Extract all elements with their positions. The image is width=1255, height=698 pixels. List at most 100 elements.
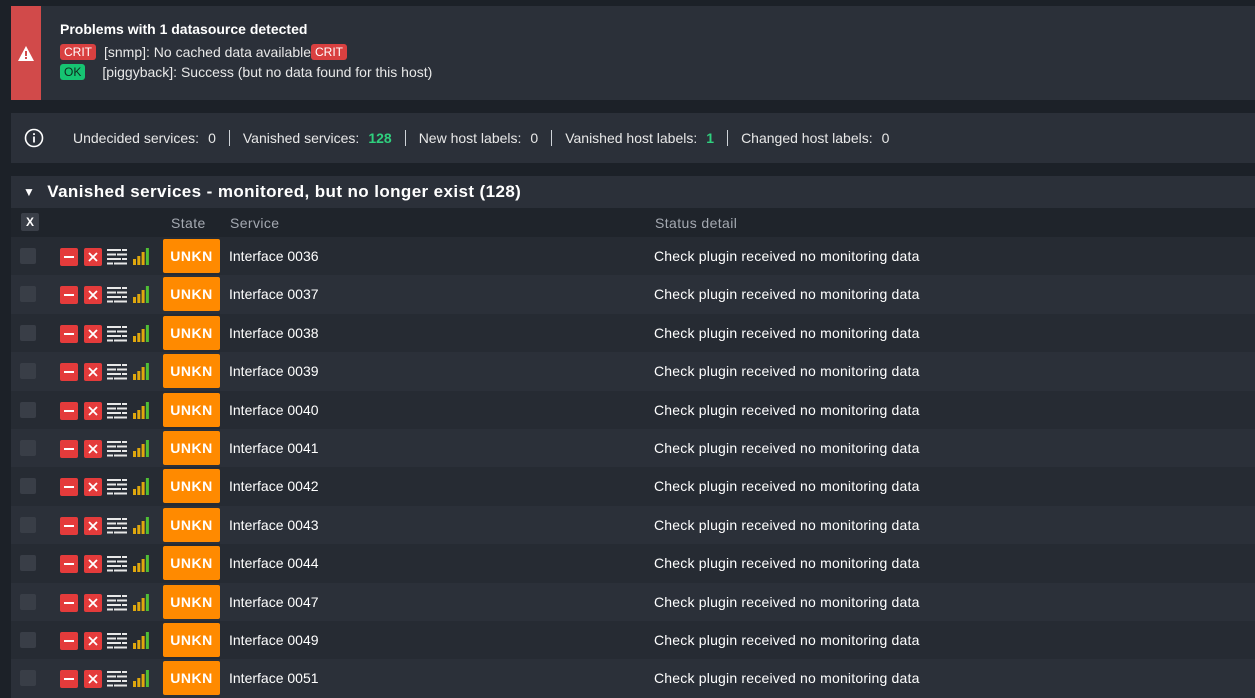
row-checkbox[interactable]: [20, 631, 36, 648]
remove-service-button[interactable]: [84, 286, 102, 305]
disable-service-button[interactable]: [60, 670, 78, 689]
column-header-status-detail[interactable]: Status detail: [655, 215, 737, 231]
perfometer-bars-icon[interactable]: [133, 248, 149, 265]
service-name[interactable]: Interface 0047: [229, 594, 319, 610]
service-name[interactable]: Interface 0042: [229, 478, 319, 494]
remove-service-button[interactable]: [84, 248, 102, 266]
status-detail: Check plugin received no monitoring data: [654, 670, 920, 687]
close-icon: [88, 405, 98, 416]
parameters-list-icon[interactable]: [107, 555, 127, 572]
disable-service-button[interactable]: [60, 478, 78, 497]
row-checkbox[interactable]: [20, 478, 36, 495]
row-checkbox[interactable]: [20, 324, 36, 341]
parameters-list-icon[interactable]: [107, 670, 127, 687]
state-badge: UNKN: [163, 546, 220, 581]
remove-service-button[interactable]: [84, 478, 102, 497]
disable-service-button[interactable]: [60, 401, 78, 420]
disable-service-button[interactable]: [60, 555, 78, 574]
column-header-state[interactable]: State: [171, 215, 206, 231]
remove-service-button[interactable]: [84, 631, 102, 650]
row-checkbox[interactable]: [20, 286, 36, 303]
disable-service-button[interactable]: [60, 593, 78, 612]
row-checkbox[interactable]: [20, 363, 36, 380]
state-badge: UNKN: [163, 277, 220, 312]
parameters-list-icon[interactable]: [107, 478, 127, 495]
service-name[interactable]: Interface 0038: [229, 325, 319, 341]
perfometer-bars-icon[interactable]: [133, 401, 149, 419]
minus-icon: [64, 371, 74, 374]
perfometer-bars-icon[interactable]: [133, 555, 149, 573]
summary-value: 128: [368, 130, 392, 146]
row-checkbox[interactable]: [20, 248, 36, 264]
summary-value: 0: [208, 130, 216, 146]
row-checkbox[interactable]: [20, 401, 36, 418]
collapse-triangle-icon[interactable]: ▼: [23, 185, 35, 199]
perfometer-bars-icon[interactable]: [133, 670, 149, 688]
remove-service-button[interactable]: [84, 670, 102, 689]
minus-icon: [64, 563, 74, 566]
service-name[interactable]: Interface 0044: [229, 555, 319, 571]
service-name[interactable]: Interface 0039: [229, 363, 319, 379]
parameters-list-icon[interactable]: [107, 517, 127, 534]
row-checkbox[interactable]: [20, 593, 36, 610]
perfometer-bars-icon[interactable]: [133, 324, 149, 342]
remove-service-button[interactable]: [84, 593, 102, 612]
row-checkbox[interactable]: [20, 670, 36, 687]
vanished-services-section-header[interactable]: ▼ Vanished services - monitored, but no …: [11, 176, 1255, 208]
disable-service-button[interactable]: [60, 516, 78, 535]
remove-service-button[interactable]: [84, 324, 102, 343]
remove-service-button[interactable]: [84, 555, 102, 574]
status-detail: Check plugin received no monitoring data: [654, 248, 920, 264]
summary-changed-host-labels[interactable]: Changed host labels: 0: [728, 130, 902, 146]
disable-service-button[interactable]: [60, 286, 78, 305]
vanished-services-table: X State Service Status detail UNKN Inter…: [11, 208, 1255, 698]
perfometer-bars-icon[interactable]: [133, 363, 149, 381]
perfometer-bars-icon[interactable]: [133, 286, 149, 304]
disable-service-button[interactable]: [60, 439, 78, 458]
perfometer-bars-icon[interactable]: [133, 593, 149, 611]
alert-line-text: [piggyback]: Success (but no data found …: [102, 64, 433, 80]
toggle-all-checkbox-button[interactable]: X: [21, 213, 39, 231]
summary-vanished-services[interactable]: Vanished services: 128: [230, 130, 406, 146]
perfometer-bars-icon[interactable]: [133, 631, 149, 649]
service-name[interactable]: Interface 0040: [229, 402, 319, 418]
disable-service-button[interactable]: [60, 631, 78, 650]
row-checkbox[interactable]: [20, 555, 36, 572]
close-icon: [88, 597, 98, 608]
disable-service-button[interactable]: [60, 248, 78, 266]
remove-service-button[interactable]: [84, 401, 102, 420]
remove-service-button[interactable]: [84, 363, 102, 382]
row-checkbox[interactable]: [20, 516, 36, 533]
table-row: UNKN Interface 0043 Check plugin receive…: [11, 505, 1255, 545]
summary-undecided-services[interactable]: Undecided services: 0: [73, 130, 230, 146]
state-badge: UNKN: [163, 622, 220, 657]
disable-service-button[interactable]: [60, 324, 78, 343]
row-checkbox[interactable]: [20, 439, 36, 456]
parameters-list-icon[interactable]: [107, 248, 127, 265]
service-name[interactable]: Interface 0037: [229, 286, 319, 302]
remove-service-button[interactable]: [84, 516, 102, 535]
parameters-list-icon[interactable]: [107, 440, 127, 457]
close-icon: [88, 444, 98, 454]
disable-service-button[interactable]: [60, 363, 78, 382]
parameters-list-icon[interactable]: [107, 594, 127, 611]
service-name[interactable]: Interface 0043: [229, 517, 319, 533]
remove-service-button[interactable]: [84, 439, 102, 458]
parameters-list-icon[interactable]: [107, 325, 127, 342]
summary-vanished-host-labels[interactable]: Vanished host labels: 1: [552, 130, 729, 146]
service-name[interactable]: Interface 0049: [229, 632, 319, 648]
summary-new-host-labels[interactable]: New host labels: 0: [406, 130, 553, 146]
perfometer-bars-icon[interactable]: [133, 439, 149, 457]
parameters-list-icon[interactable]: [107, 402, 127, 419]
perfometer-bars-icon[interactable]: [133, 478, 149, 496]
perfometer-bars-icon[interactable]: [133, 516, 149, 534]
service-name[interactable]: Interface 0036: [229, 248, 319, 264]
parameters-list-icon[interactable]: [107, 363, 127, 380]
status-detail: Check plugin received no monitoring data: [654, 555, 920, 572]
service-name[interactable]: Interface 0051: [229, 670, 319, 686]
alert-title: Problems with 1 datasource detected: [60, 21, 308, 37]
column-header-service[interactable]: Service: [230, 215, 279, 231]
parameters-list-icon[interactable]: [107, 286, 127, 303]
service-name[interactable]: Interface 0041: [229, 440, 319, 456]
parameters-list-icon[interactable]: [107, 632, 127, 649]
